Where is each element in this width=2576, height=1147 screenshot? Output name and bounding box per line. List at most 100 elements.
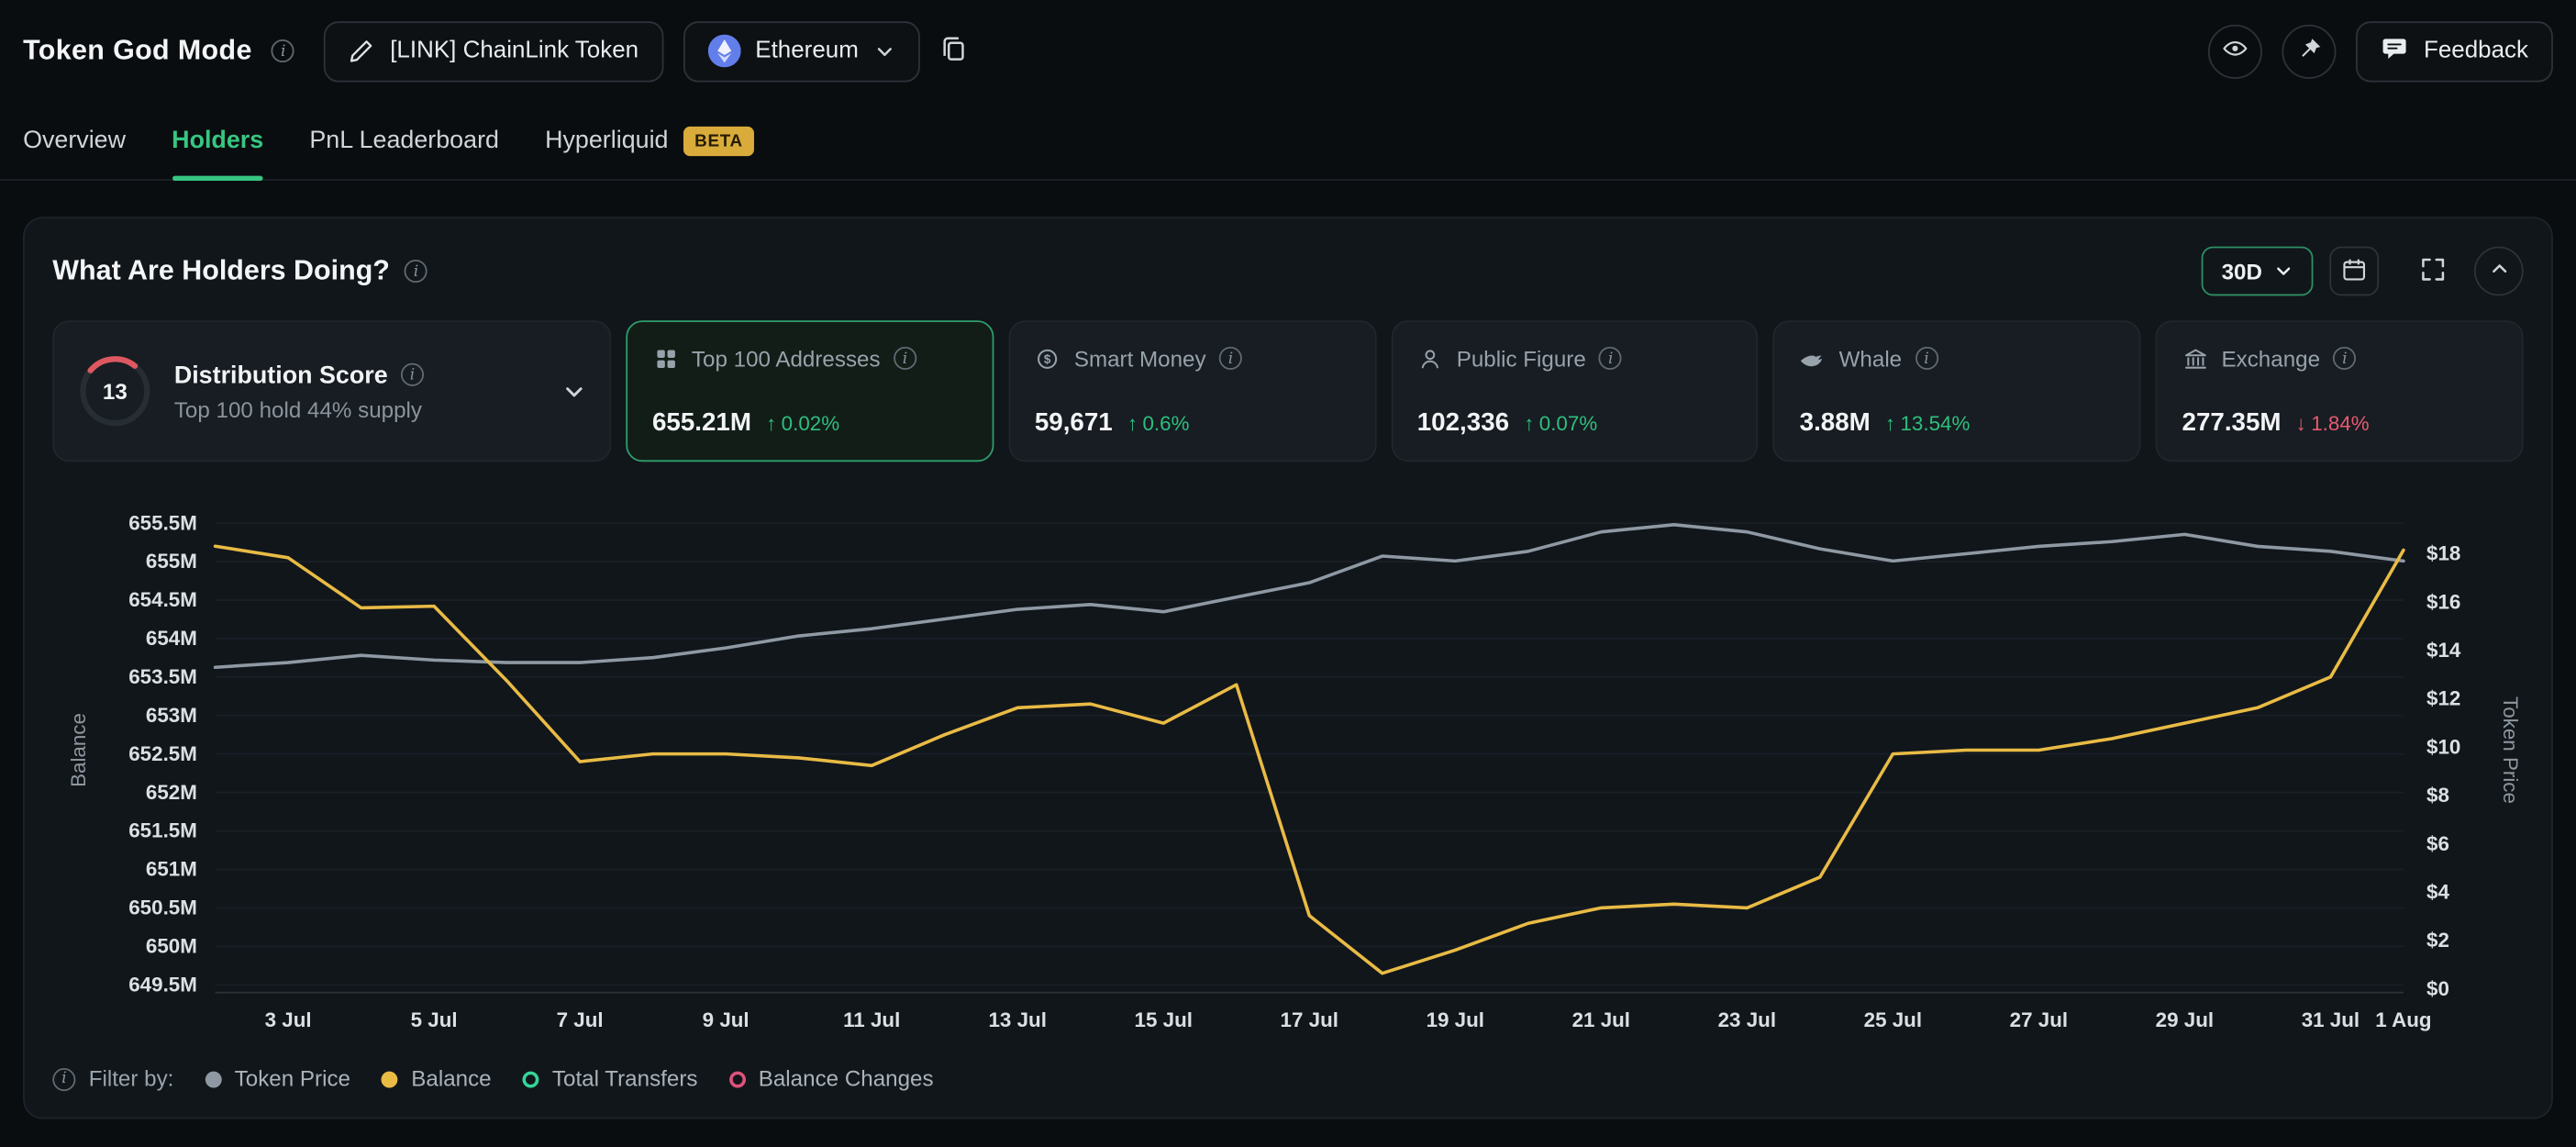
- svg-text:$8: $8: [2426, 784, 2449, 807]
- svg-text:$2: $2: [2426, 929, 2449, 952]
- stat-card-exchange[interactable]: Exchange 277.35M 1.84%: [2156, 320, 2524, 462]
- whale-icon: [1800, 345, 1827, 372]
- time-range-dropdown[interactable]: 30D: [2202, 247, 2313, 296]
- svg-text:7 Jul: 7 Jul: [557, 1008, 604, 1031]
- svg-text:$: $: [1044, 351, 1051, 365]
- top-bar: Token God Mode [LINK] ChainLink Token Et…: [0, 0, 2576, 102]
- fullscreen-button[interactable]: [2408, 247, 2458, 296]
- pin-button[interactable]: [2282, 24, 2337, 78]
- svg-text:652.5M: 652.5M: [128, 742, 197, 765]
- holders-chart[interactable]: 655.5M655M654.5M654M653.5M653M652.5M652M…: [52, 482, 2526, 1041]
- svg-text:29 Jul: 29 Jul: [2156, 1008, 2214, 1031]
- tab-pnl-leaderboard[interactable]: PnL Leaderboard: [309, 102, 499, 179]
- svg-text:651M: 651M: [146, 858, 197, 881]
- pencil-icon: [349, 38, 375, 64]
- feedback-label: Feedback: [2424, 38, 2528, 64]
- info-icon[interactable]: [405, 260, 427, 283]
- stat-card-whale[interactable]: Whale 3.88M 13.54%: [1773, 320, 2141, 462]
- gauge-score: 13: [77, 353, 152, 429]
- chevron-down-icon: [873, 40, 894, 61]
- exchange-icon: [2182, 345, 2209, 372]
- down-arrow-icon: [2296, 412, 2312, 435]
- calendar-icon: [2341, 255, 2368, 286]
- svg-text:Token Price: Token Price: [2499, 696, 2522, 804]
- ethereum-logo: [707, 35, 740, 68]
- stat-change: 13.54%: [1885, 412, 1971, 435]
- stat-label: Smart Money: [1074, 346, 1206, 371]
- tab-hyperliquid[interactable]: Hyperliquid BETA: [545, 102, 754, 179]
- info-icon[interactable]: [1219, 347, 1242, 370]
- holders-panel: What Are Holders Doing? 30D: [23, 217, 2553, 1119]
- chevron-up-icon: [2488, 258, 2509, 284]
- svg-text:11 Jul: 11 Jul: [843, 1008, 900, 1031]
- svg-text:9 Jul: 9 Jul: [703, 1008, 749, 1031]
- panel-title: What Are Holders Doing?: [52, 255, 390, 288]
- network-selector-button[interactable]: Ethereum: [683, 20, 919, 81]
- page: Token God Mode [LINK] ChainLink Token Et…: [0, 0, 2576, 1147]
- stat-value: 102,336: [1417, 409, 1509, 439]
- up-arrow-icon: [1885, 412, 1901, 435]
- svg-text:$14: $14: [2426, 639, 2461, 662]
- svg-text:27 Jul: 27 Jul: [2010, 1008, 2068, 1031]
- info-icon[interactable]: [1915, 347, 1938, 370]
- feedback-button[interactable]: Feedback: [2357, 20, 2553, 81]
- svg-text:25 Jul: 25 Jul: [1864, 1008, 1922, 1031]
- stat-change: 0.6%: [1127, 412, 1190, 435]
- legend-dot: [523, 1071, 539, 1087]
- svg-text:$12: $12: [2426, 687, 2460, 710]
- legend-filter-label: Filter by:: [89, 1066, 174, 1091]
- tab-holders[interactable]: Holders: [172, 102, 263, 179]
- chevron-down-icon: [2273, 262, 2293, 281]
- stats-row: 13 Distribution Score Top 100 hold 44% s…: [52, 320, 2523, 462]
- info-icon[interactable]: [401, 363, 424, 386]
- svg-text:651.5M: 651.5M: [128, 819, 197, 842]
- up-arrow-icon: [766, 412, 782, 435]
- info-icon[interactable]: [272, 39, 294, 62]
- feedback-icon: [2381, 34, 2408, 69]
- info-icon[interactable]: [1599, 347, 1622, 370]
- stat-value: 655.21M: [652, 409, 751, 439]
- tab-bar: Overview Holders PnL Leaderboard Hyperli…: [0, 102, 2576, 181]
- legend-dot: [728, 1071, 745, 1087]
- svg-text:$10: $10: [2426, 735, 2460, 758]
- up-arrow-icon: [1127, 412, 1143, 435]
- collapse-button[interactable]: [2474, 247, 2524, 296]
- calendar-button[interactable]: [2329, 247, 2379, 296]
- legend-balance[interactable]: Balance: [382, 1066, 492, 1091]
- legend-total-transfers[interactable]: Total Transfers: [523, 1066, 698, 1091]
- legend-dot: [205, 1071, 221, 1087]
- stat-card-public-figure[interactable]: Public Figure 102,336 0.07%: [1391, 320, 1759, 462]
- page-title: Token God Mode: [23, 35, 252, 68]
- copy-address-button[interactable]: [939, 35, 967, 68]
- panel-header: What Are Holders Doing? 30D: [52, 245, 2523, 297]
- svg-text:654M: 654M: [146, 627, 197, 650]
- svg-text:649.5M: 649.5M: [128, 973, 197, 996]
- stat-value: 277.35M: [2182, 409, 2282, 439]
- tab-overview[interactable]: Overview: [23, 102, 126, 179]
- watch-button[interactable]: [2208, 24, 2262, 78]
- info-icon[interactable]: [894, 347, 916, 370]
- pin-icon: [2296, 36, 2323, 67]
- distribution-score-subtitle: Top 100 hold 44% supply: [174, 396, 424, 421]
- stat-label: Public Figure: [1457, 346, 1586, 371]
- stat-value: 59,671: [1035, 409, 1113, 439]
- distribution-score-card[interactable]: 13 Distribution Score Top 100 hold 44% s…: [52, 320, 611, 462]
- token-selector-button[interactable]: [LINK] ChainLink Token: [325, 20, 663, 81]
- legend-dot: [382, 1071, 398, 1087]
- svg-text:655.5M: 655.5M: [128, 511, 197, 534]
- time-range-value: 30D: [2222, 259, 2262, 284]
- stat-card-smart-money[interactable]: $ Smart Money 59,671 0.6%: [1008, 320, 1376, 462]
- smart-money-icon: $: [1035, 345, 1061, 372]
- stat-label: Exchange: [2221, 346, 2320, 371]
- token-selector-label: [LINK] ChainLink Token: [390, 38, 638, 64]
- legend-token-price[interactable]: Token Price: [205, 1066, 350, 1091]
- svg-text:653M: 653M: [146, 704, 197, 727]
- svg-text:650M: 650M: [146, 934, 197, 957]
- stat-card-top-100-addresses[interactable]: Top 100 Addresses 655.21M 0.02%: [626, 320, 994, 462]
- info-icon[interactable]: [2333, 347, 2356, 370]
- distribution-score-gauge: 13: [77, 353, 152, 429]
- chevron-down-icon[interactable]: [561, 379, 586, 404]
- legend-balance-changes[interactable]: Balance Changes: [728, 1066, 933, 1091]
- network-selector-label: Ethereum: [755, 38, 859, 64]
- info-icon[interactable]: [52, 1067, 75, 1090]
